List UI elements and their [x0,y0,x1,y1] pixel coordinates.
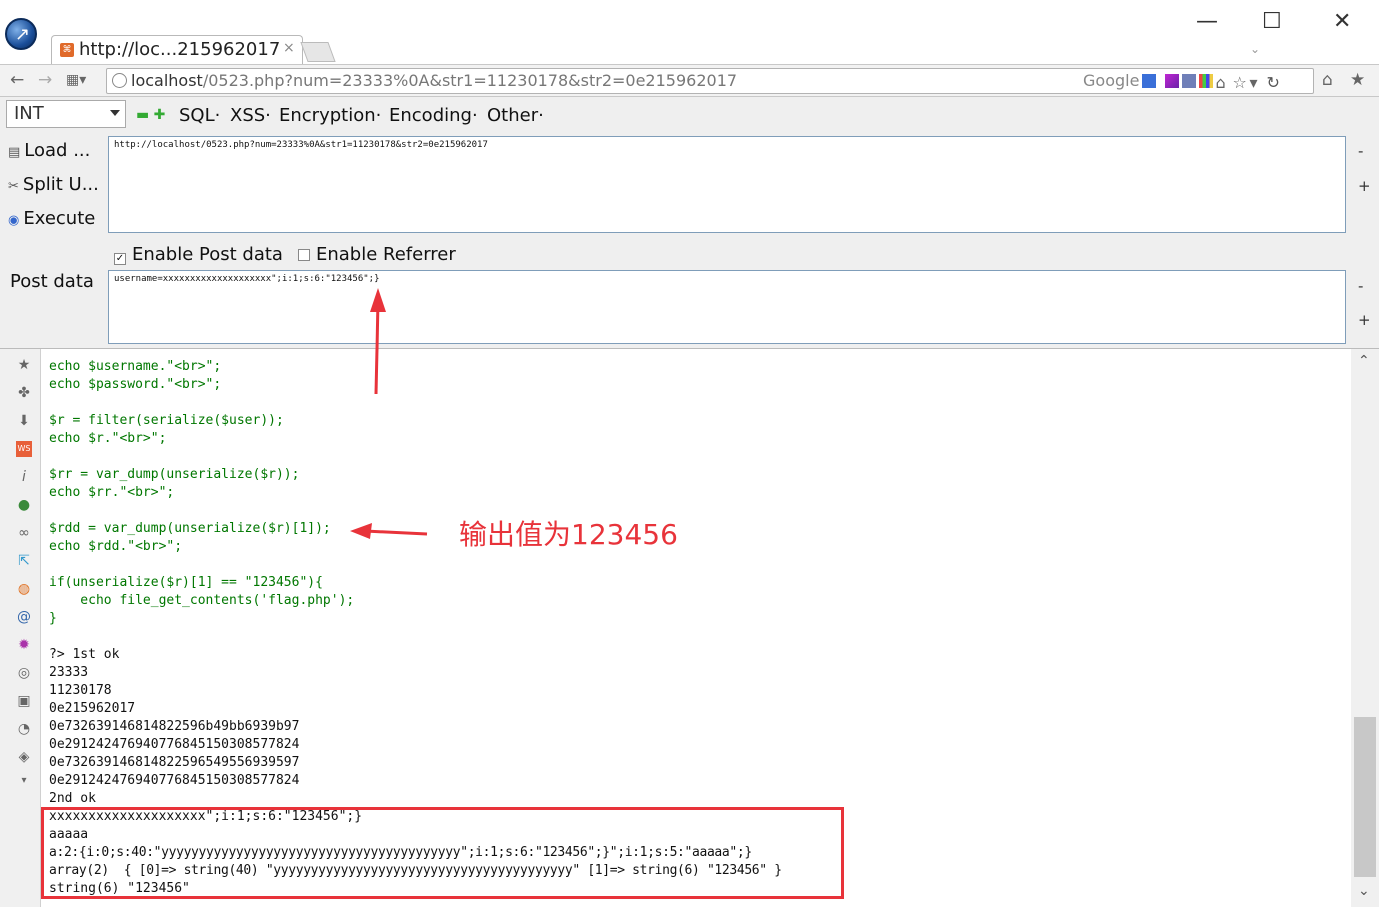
forward-arrow-icon[interactable]: → [38,70,52,90]
post-data-label: Post data [10,271,94,292]
menu-sql[interactable]: SQL· [179,105,220,126]
tab-close-icon[interactable]: × [283,40,295,56]
title-bar: ↗ ⌘ http://loc...215962017 × — ☐ ✕ ⌄ [0,0,1379,64]
load-icon: ▤ [8,145,21,160]
left-arrow-icon [350,523,428,539]
menu-other[interactable]: Other· [487,105,544,126]
hackbar-panel: INT ▬ ✚ SQL· XSS· Encryption· Encoding· … [0,97,1379,348]
up-arrow-icon [374,349,379,395]
url-expand-button[interactable]: + [1358,177,1371,195]
search-engine-icon [1142,74,1157,88]
minus-plus-icon[interactable]: ▬ ✚ [136,107,165,123]
enable-post-checkbox[interactable]: ✓ Enable Post data [114,244,283,265]
refresh-icon[interactable]: ↻ [1267,73,1281,92]
post-shrink-button[interactable]: - [1358,277,1363,295]
annotation-text: 输出值为123456 [459,518,678,551]
home-icon[interactable]: ⌂ [1322,70,1333,90]
browser-logo-icon[interactable]: ↗ [5,18,37,50]
home-small-icon[interactable]: ⌂ [1216,73,1230,92]
post-expand-button[interactable]: + [1358,311,1371,329]
checkmark-icon: ✓ [114,253,126,265]
scroll-down-icon[interactable]: ⌄ [1358,883,1370,899]
close-window-button[interactable]: ✕ [1333,9,1351,34]
new-tab-button[interactable] [300,42,336,62]
tab-list-caret-icon[interactable]: ⌄ [1250,42,1260,56]
search-engine-label: Google [1083,71,1140,90]
type-select[interactable]: INT [6,100,126,128]
play-icon: ◉ [8,213,20,228]
url-textarea[interactable]: http://localhost/0523.php?num=23333%0A&s… [108,136,1346,233]
scroll-thumb[interactable] [1354,717,1376,877]
grid-menu-icon[interactable]: ▦▾ [66,72,86,88]
vertical-scrollbar[interactable]: ⌃ ⌄ [1351,349,1379,907]
star-icon[interactable]: ☆ [1233,73,1247,92]
scissors-icon: ✂ [8,179,19,194]
load-url-button[interactable]: ▤ Load ... [8,140,90,161]
bookmark-star-icon[interactable]: ★ [1350,70,1365,90]
post-data-textarea[interactable]: username=xxxxxxxxxxxxxxxxxxxx";i:1;s:6:"… [108,270,1346,344]
back-arrow-icon[interactable]: ← [10,70,24,90]
php-icon[interactable] [1181,74,1196,88]
pen-icon[interactable] [1164,74,1179,88]
menu-encryption[interactable]: Encryption· [279,105,381,126]
browser-tab[interactable]: ⌘ http://loc...215962017 × [51,35,303,64]
dropdown-icon[interactable]: ▾ [1250,73,1264,92]
maximize-button[interactable]: ☐ [1262,9,1282,34]
windows-icon[interactable] [1198,74,1213,88]
chevron-down-icon [110,110,120,116]
tab-title: http://loc...215962017 [79,39,281,60]
html-file-icon: ⌘ [60,43,74,57]
menu-encoding[interactable]: Encoding· [389,105,478,126]
navigation-bar: ← → ▦▾ localhost/0523.php?num=23333%0A&s… [0,64,1379,97]
search-engine-area[interactable]: Google ⌂ ☆ ▾ ↻ [1083,71,1281,92]
execute-button[interactable]: ◉ Execute [8,208,95,229]
address-bar[interactable]: localhost/0523.php?num=23333%0A&str1=112… [106,68,1314,94]
minimize-button[interactable]: — [1196,9,1218,34]
url-shrink-button[interactable]: - [1358,142,1363,160]
page-content: ★ ✤ ⬇ WS i ● ∞ ⇱ ◍ @ ✹ ◎ ▣ ◔ ◈ ▾ echo $u… [0,348,1379,907]
split-url-button[interactable]: ✂ Split U... [8,174,99,195]
url-text: localhost/0523.php?num=23333%0A&str1=112… [131,71,738,90]
menu-xss[interactable]: XSS· [230,105,271,126]
annotation-arrows [350,349,428,539]
scroll-up-icon[interactable]: ⌃ [1358,353,1370,369]
enable-referrer-checkbox[interactable]: Enable Referrer [298,244,456,265]
globe-icon [112,73,127,88]
